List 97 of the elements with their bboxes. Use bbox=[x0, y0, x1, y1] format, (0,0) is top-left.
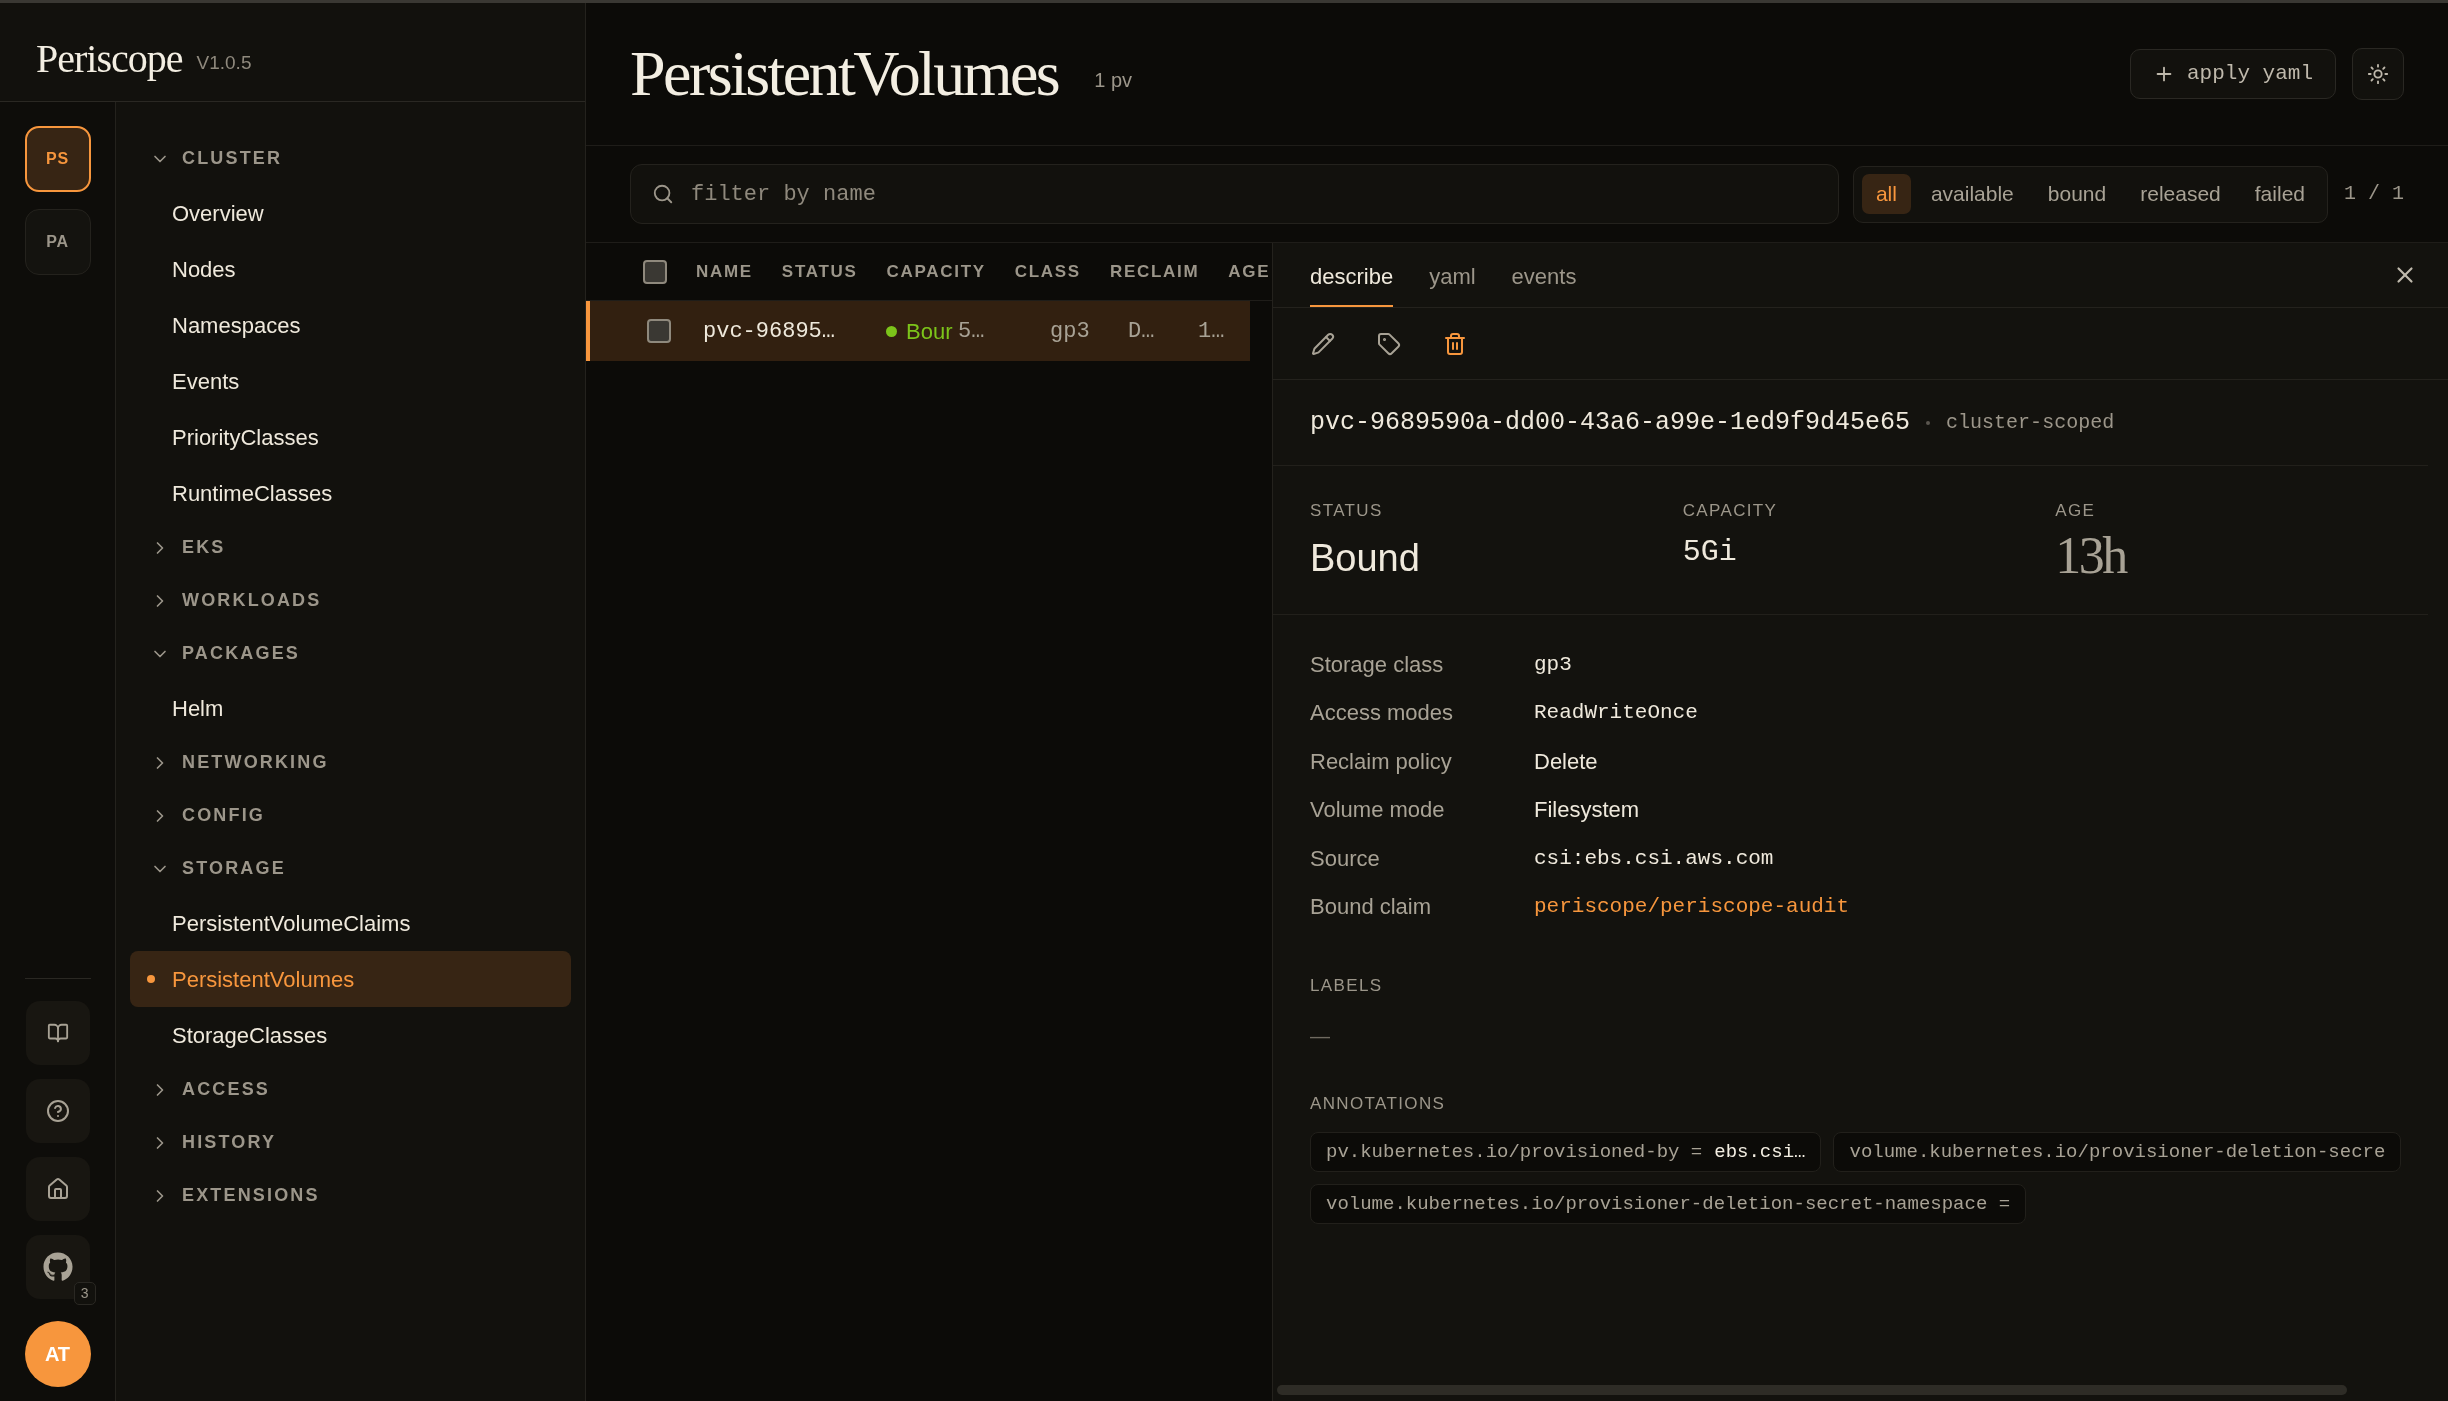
delete-button[interactable] bbox=[1443, 331, 1467, 356]
table-cell-text: 1… bbox=[1198, 317, 1225, 346]
nav-item[interactable]: PersistentVolumeClaims bbox=[130, 895, 571, 951]
property-value: Delete bbox=[1534, 747, 1598, 776]
pencil-icon bbox=[1311, 331, 1335, 356]
annotation-chip: volume.kubernetes.io/provisioner-deletion-secret-namespace = bbox=[1310, 1184, 2027, 1224]
nav-item[interactable]: PersistentVolumes bbox=[130, 951, 571, 1007]
nav-section-toggle[interactable]: CLUSTER bbox=[130, 132, 571, 185]
status-filter-option[interactable]: failed bbox=[2240, 174, 2319, 214]
tag-icon bbox=[1377, 331, 1401, 356]
property-value: gp3 bbox=[1534, 651, 1572, 678]
workspace-button[interactable]: PS bbox=[24, 126, 91, 192]
nav-section-toggle[interactable]: ACCESS bbox=[130, 1063, 571, 1116]
property-label: Volume mode bbox=[1310, 796, 1446, 825]
theme-toggle-button[interactable] bbox=[2352, 48, 2404, 100]
resource-count: 1 pv bbox=[1094, 68, 1132, 93]
nav-section-toggle[interactable]: HISTORY bbox=[130, 1116, 571, 1169]
property-label: Bound claim bbox=[1310, 893, 1433, 922]
nav-item[interactable]: StorageClasses bbox=[130, 1007, 571, 1063]
claim-link[interactable]: periscope/periscope-audit bbox=[1534, 891, 1850, 923]
nav-section-toggle[interactable]: NETWORKING bbox=[130, 736, 571, 789]
row-checkbox[interactable] bbox=[647, 319, 671, 343]
stat-label: CAPACITY bbox=[1682, 500, 1778, 522]
nav-item[interactable]: Overview bbox=[130, 185, 571, 241]
search-icon bbox=[652, 183, 674, 205]
annotation-chip: pv.kubernetes.io/provisioned-by = ebs.csi… bbox=[1310, 1132, 1822, 1172]
detail-tab[interactable]: events bbox=[1511, 260, 1577, 307]
nav-item[interactable]: Nodes bbox=[130, 241, 571, 297]
detail-tab[interactable]: describe bbox=[1310, 260, 1394, 307]
nav-section-toggle[interactable]: WORKLOADS bbox=[130, 574, 571, 627]
column-header: CAPACITY bbox=[886, 260, 986, 283]
status-filter-option[interactable]: bound bbox=[2033, 174, 2121, 214]
help-icon bbox=[45, 1099, 70, 1123]
property-value: Filesystem bbox=[1534, 796, 1640, 825]
horizontal-scrollbar[interactable] bbox=[1277, 1385, 2347, 1395]
table-cell-text: D… bbox=[1128, 317, 1156, 346]
nav-section-toggle[interactable]: CONFIG bbox=[130, 789, 571, 842]
property-label: Storage class bbox=[1310, 650, 1445, 679]
property-label: Source bbox=[1310, 844, 1381, 873]
resource-name: pvc-9689590a-dd00-43a6-a99e-1ed9f9d45e65 bbox=[1310, 406, 1911, 439]
github-icon bbox=[42, 1252, 73, 1282]
nav-section-toggle[interactable]: EXTENSIONS bbox=[130, 1169, 571, 1222]
nav-item[interactable]: Namespaces bbox=[130, 297, 571, 353]
help-button[interactable] bbox=[25, 1079, 90, 1143]
property-value: ReadWriteOnce bbox=[1534, 700, 1698, 726]
trash-icon bbox=[1443, 331, 1467, 356]
annotation-chip: volume.kubernetes.io/provisioner-deletion-secre bbox=[1833, 1132, 2402, 1172]
workspace-button[interactable]: PA bbox=[24, 209, 91, 275]
section-heading: ANNOTATIONS bbox=[1310, 1092, 1447, 1115]
nav-section-toggle[interactable]: EKS bbox=[130, 521, 571, 574]
app-version: V1.0.5 bbox=[196, 50, 252, 75]
empty-value: — bbox=[1310, 1023, 1331, 1049]
select-all-checkbox[interactable] bbox=[643, 259, 667, 284]
table-cell-text: Bour bbox=[906, 317, 954, 346]
stat-value: 13h bbox=[2055, 529, 2126, 582]
app-logo: Periscope bbox=[36, 39, 183, 79]
nav-section-toggle[interactable]: PACKAGES bbox=[130, 627, 571, 680]
stat-value: Bound bbox=[1310, 535, 1420, 581]
sun-icon bbox=[2367, 63, 2389, 85]
book-icon bbox=[46, 1022, 69, 1044]
column-header: AGE bbox=[1228, 260, 1271, 283]
home-button[interactable] bbox=[25, 1157, 90, 1221]
nav-item[interactable]: Helm bbox=[130, 680, 571, 736]
edit-button[interactable] bbox=[1311, 331, 1335, 356]
column-header: STATUS bbox=[781, 260, 858, 283]
apply-yaml-button[interactable]: apply yaml bbox=[2129, 49, 2336, 99]
page-title: PersistentVolumes bbox=[630, 42, 1059, 106]
book-icon-button[interactable] bbox=[25, 1001, 90, 1065]
column-header: NAME bbox=[696, 260, 753, 283]
section-heading: LABELS bbox=[1310, 975, 1384, 997]
column-header: CLASS bbox=[1014, 260, 1081, 283]
nav-section-toggle[interactable]: STORAGE bbox=[130, 842, 571, 895]
pager-count: 1 / 1 bbox=[2344, 181, 2404, 207]
table-cell-text: 5… bbox=[958, 317, 986, 346]
stat-value: 5Gi bbox=[1682, 533, 1737, 571]
property-label: Reclaim policy bbox=[1310, 747, 1453, 776]
filter-field[interactable]: filter by name bbox=[630, 164, 1839, 224]
table-cell-text: gp3 bbox=[1050, 317, 1091, 346]
nav-item[interactable]: Events bbox=[130, 353, 571, 409]
notification-badge: 3 bbox=[73, 1282, 96, 1305]
detail-tab[interactable]: yaml bbox=[1429, 260, 1476, 307]
status-filter-option[interactable]: available bbox=[1916, 174, 2028, 214]
nav-item[interactable]: PriorityClasses bbox=[130, 409, 571, 465]
labels-button[interactable] bbox=[1377, 331, 1401, 356]
property-value: csi:ebs.csi.aws.com bbox=[1534, 845, 1774, 872]
status-filter-option[interactable]: all bbox=[1861, 174, 1911, 214]
github-button[interactable] bbox=[25, 1235, 90, 1299]
stat-label: AGE bbox=[2055, 500, 2096, 522]
scope-label: cluster-scoped bbox=[1946, 409, 2115, 436]
stat-label: STATUS bbox=[1310, 500, 1383, 522]
table-row[interactable]: pvc-96895… Bour 5… gp3 D… 1… bbox=[586, 301, 1250, 361]
status-filter-option[interactable]: released bbox=[2126, 174, 2235, 214]
table-cell-text: pvc-96895… bbox=[703, 317, 837, 346]
home-icon bbox=[45, 1177, 70, 1201]
column-header: RECLAIM bbox=[1109, 260, 1200, 283]
property-label: Access modes bbox=[1310, 699, 1455, 728]
nav-item[interactable]: RuntimeClasses bbox=[130, 465, 571, 521]
